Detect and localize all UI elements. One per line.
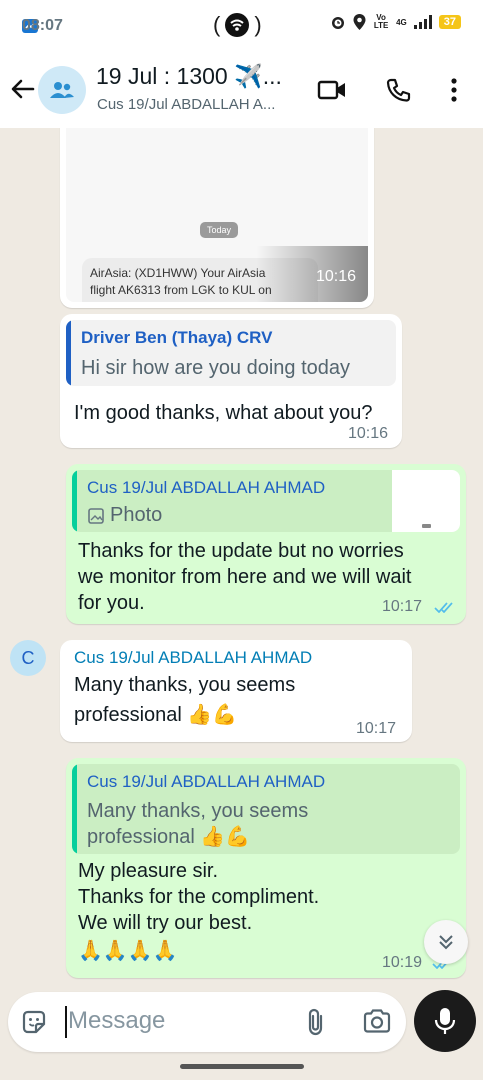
back-arrow-icon — [11, 79, 35, 99]
message-text: I'm good thanks, what about you? — [74, 402, 373, 424]
double-check-icon — [434, 602, 453, 613]
quote-bar — [72, 764, 77, 854]
alarm-icon — [332, 17, 345, 29]
sender-avatar[interactable]: C — [10, 640, 46, 676]
message-text-line-1: Many thanks, you seems — [74, 674, 296, 696]
more-options-button[interactable] — [438, 74, 470, 106]
hotspot-indicator: ( ) — [213, 12, 262, 37]
message-text-line-2: Thanks for the compliment. — [78, 886, 320, 908]
quote-text-line-1: Many thanks, you seems — [87, 800, 309, 822]
quote-author: Cus 19/Jul ABDALLAH AHMAD — [87, 772, 326, 791]
system-nav-bar — [0, 1058, 483, 1080]
message-input[interactable]: Message — [68, 1007, 165, 1035]
message-image-preview[interactable]: Today AirAsia: (XD1HWW) Your AirAsia fli… — [60, 128, 374, 308]
message-text-line-1: My pleasure sir. — [78, 860, 219, 882]
message-text-line-2: professional 👍💪 — [74, 704, 238, 726]
status-time: 08:07 — [22, 17, 63, 34]
message-time: 10:17 — [356, 720, 397, 737]
group-avatar[interactable] — [38, 66, 86, 114]
message-incoming[interactable]: Cus 19/Jul ABDALLAH AHMAD Many thanks, y… — [60, 640, 412, 742]
group-icon — [50, 82, 74, 98]
location-icon — [353, 14, 366, 30]
chat-title[interactable]: 19 Jul : 1300 ✈️... — [96, 63, 282, 90]
scroll-down-button[interactable] — [424, 920, 468, 964]
message-text-line-4: 🙏🙏🙏🙏 — [78, 940, 178, 962]
message-text-line-3: We will try our best. — [78, 912, 253, 934]
signal-icon — [413, 15, 432, 29]
phone-icon — [386, 78, 411, 102]
hotspot-icon — [225, 13, 250, 37]
quoted-photo-message[interactable]: Cus 19/Jul ABDALLAH AHMAD Photo — [72, 470, 460, 532]
back-button[interactable] — [8, 74, 38, 104]
more-vert-icon — [451, 78, 457, 102]
text-cursor — [65, 1006, 67, 1038]
quote-bar — [66, 320, 71, 386]
attach-button[interactable] — [302, 1006, 330, 1038]
sticker-icon — [22, 1010, 46, 1034]
quote-bar — [72, 470, 77, 532]
chat-subtitle[interactable]: Cus 19/Jul ABDALLAH A... — [97, 96, 275, 113]
status-icons: Vo LTE 4G 37 — [330, 14, 461, 30]
message-outgoing-reply-2[interactable]: Cus 19/Jul ABDALLAH AHMAD Many thanks, y… — [66, 758, 466, 978]
message-time: 10:16 — [348, 425, 389, 442]
sms-preview-line-1: AirAsia: (XD1HWW) Your AirAsia — [90, 266, 266, 280]
message-time: 10:17 — [382, 598, 423, 615]
scroll-down-icon — [439, 935, 453, 950]
thumbnail-mark — [422, 524, 431, 528]
attach-icon — [308, 1008, 323, 1036]
quote-text-line-2: professional 👍💪 — [87, 826, 251, 848]
date-badge: Today — [200, 222, 239, 238]
quoted-message[interactable]: Driver Ben (Thaya) CRV Hi sir how are yo… — [66, 320, 396, 386]
message-composer[interactable]: Message — [8, 992, 406, 1052]
quote-author: Driver Ben (Thaya) CRV — [81, 328, 273, 347]
message-text-line-1: Thanks for the update but no worries — [78, 540, 404, 562]
screenshot-image[interactable]: Today AirAsia: (XD1HWW) Your AirAsia fli… — [66, 128, 368, 302]
voice-call-button[interactable] — [382, 74, 414, 106]
image-icon — [88, 508, 104, 524]
voice-record-button[interactable] — [414, 990, 476, 1052]
message-time: 10:19 — [382, 954, 423, 971]
sticker-button[interactable] — [20, 1008, 48, 1036]
message-incoming-reply[interactable]: Driver Ben (Thaya) CRV Hi sir how are yo… — [60, 314, 402, 448]
message-outgoing-reply[interactable]: Cus 19/Jul ABDALLAH AHMAD Photo Thanks f… — [66, 464, 466, 624]
volte-label: Vo LTE — [373, 13, 389, 30]
status-bar: 08:07 ( ) Vo LTE 4G 37 — [0, 0, 483, 52]
sender-avatar-letter: C — [21, 647, 35, 668]
message-text-line-2: we monitor from here and we will wait — [78, 566, 412, 588]
message-time: 10:16 — [316, 268, 357, 285]
camera-icon — [363, 1009, 391, 1033]
quote-text: Hi sir how are you doing today — [81, 357, 351, 379]
quoted-message[interactable]: Cus 19/Jul ABDALLAH AHMAD Many thanks, y… — [72, 764, 460, 854]
quote-text: Photo — [110, 504, 163, 526]
message-text-line-3: for you. — [78, 592, 145, 614]
battery-indicator: 37 — [438, 15, 461, 29]
chat-area[interactable]: Today AirAsia: (XD1HWW) Your AirAsia fli… — [0, 128, 483, 986]
home-indicator[interactable] — [180, 1064, 304, 1069]
sms-preview-line-2: flight AK6313 from LGK to KUL on — [90, 283, 272, 297]
chat-header: 19 Jul : 1300 ✈️... Cus 19/Jul ABDALLAH … — [0, 52, 483, 128]
quote-author: Cus 19/Jul ABDALLAH AHMAD — [87, 478, 326, 497]
network-type: 4G — [396, 17, 407, 27]
camera-button[interactable] — [362, 1007, 392, 1037]
video-call-button[interactable] — [316, 74, 348, 106]
video-call-icon — [317, 80, 345, 100]
quote-thumbnail[interactable] — [392, 470, 460, 532]
sender-name[interactable]: Cus 19/Jul ABDALLAH AHMAD — [74, 648, 312, 668]
mic-icon — [434, 1008, 456, 1034]
